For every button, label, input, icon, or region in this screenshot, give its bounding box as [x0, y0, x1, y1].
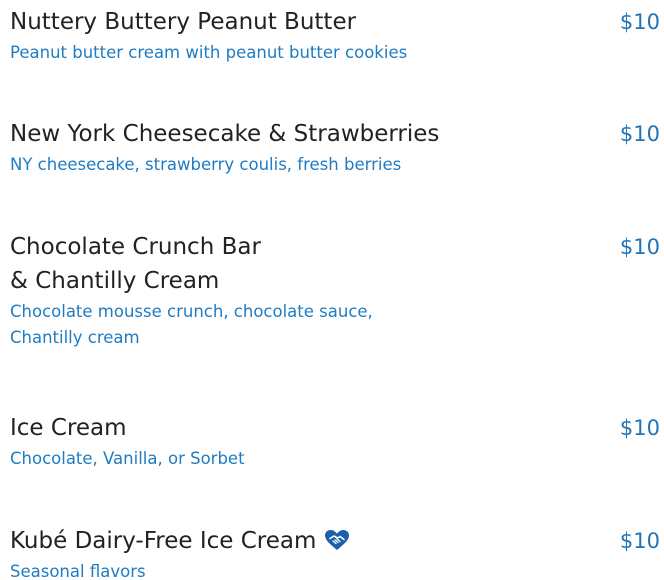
item-price: $10	[619, 10, 660, 34]
heart-handshake-icon	[324, 527, 350, 550]
item-price: $10	[619, 416, 660, 440]
menu-item: New York Cheesecake & Strawberries $10 N…	[10, 117, 660, 178]
item-description: Chocolate mousse crunch, chocolate sauce…	[10, 302, 373, 347]
item-description: Seasonal flavors	[10, 562, 146, 580]
menu-item: Ice Cream $10 Chocolate, Vanilla, or Sor…	[10, 411, 660, 472]
item-description: Chocolate, Vanilla, or Sorbet	[10, 449, 245, 468]
item-price: $10	[619, 235, 660, 259]
menu-item: Nuttery Buttery Peanut Butter $10 Peanut…	[10, 5, 660, 66]
item-price: $10	[619, 529, 660, 553]
menu-item: Kubé Dairy-Free Ice Cream $10 Seasonal f…	[10, 524, 660, 580]
item-name: Ice Cream	[10, 415, 127, 441]
item-name: New York Cheesecake & Strawberries	[10, 121, 440, 147]
item-name-row: Kubé Dairy-Free Ice Cream	[10, 524, 550, 558]
item-name: Nuttery Buttery Peanut Butter	[10, 9, 357, 35]
item-price: $10	[619, 122, 660, 146]
item-name: Kubé Dairy-Free Ice Cream	[10, 528, 317, 554]
menu-item: Chocolate Crunch Bar & Chantilly Cream $…	[10, 230, 660, 351]
item-description: NY cheesecake, strawberry coulis, fresh …	[10, 155, 402, 174]
item-description: Peanut butter cream with peanut butter c…	[10, 43, 408, 62]
item-name: Chocolate Crunch Bar & Chantilly Cream	[10, 234, 261, 294]
